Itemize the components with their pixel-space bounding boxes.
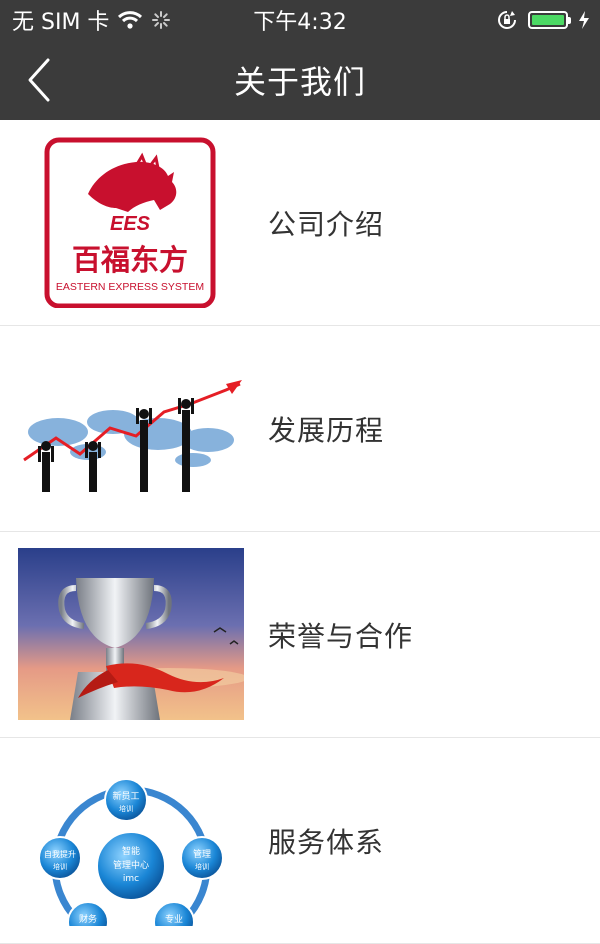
list-item-service-system[interactable]: 智能 管理中心 imc 新员工 培训 管理 培训 自我提升 培训 专业 财务 服… [0,738,600,944]
diagram-node-3-sub: 培训 [53,862,67,871]
diagram-node-5-title: 财务 [79,913,97,925]
charging-bolt-icon [579,11,589,29]
diagram-center-line-3: imc [123,874,139,884]
growth-chart-image [23,380,242,492]
diagram-node-1-sub: 培训 [119,804,133,813]
diagram-node-1-title: 新员工 [112,790,139,802]
diagram-center-line-1: 智能 [122,845,140,857]
about-menu-list: EES 百福东方 EASTERN EXPRESS SYSTEM 公司介绍 发展历… [0,120,600,944]
diagram-node-3-title: 自我提升 [44,849,76,859]
diagram-node-2-sub: 培训 [195,862,209,871]
list-item-development-history[interactable]: 发展历程 [0,326,600,532]
ees-logo-image: EES 百福东方 EASTERN EXPRESS SYSTEM [44,137,216,308]
list-item-honors-cooperation[interactable]: 荣誉与合作 [0,532,600,738]
rotation-lock-icon [498,11,516,29]
diagram-node-2-title: 管理 [193,848,211,860]
page-title: 关于我们 [233,63,366,101]
list-item-label: 发展历程 [268,413,385,447]
trophy-image [18,548,244,720]
status-right [496,0,590,40]
diagram-center-line-2: 管理中心 [113,859,149,871]
list-item-label: 荣誉与合作 [268,619,414,653]
list-item-label: 公司介绍 [268,207,385,241]
battery-fill [532,15,564,25]
logo-cn-name-text: 百福东方 [72,243,188,277]
list-item-company-intro[interactable]: EES 百福东方 EASTERN EXPRESS SYSTEM 公司介绍 [0,120,600,326]
battery-icon [528,11,571,29]
list-item-label: 服务体系 [268,825,385,859]
status-bar: 无 SIM 卡 下午4:32 [0,0,600,40]
service-system-diagram-image: 智能 管理中心 imc 新员工 培训 管理 培训 自我提升 培训 专业 财务 [38,778,224,926]
logo-brand-text: EES [110,213,151,235]
diagram-node-4-title: 专业 [165,913,183,925]
navigation-bar: 关于我们 [0,40,600,120]
logo-en-name-text: EASTERN EXPRESS SYSTEM [56,281,204,293]
